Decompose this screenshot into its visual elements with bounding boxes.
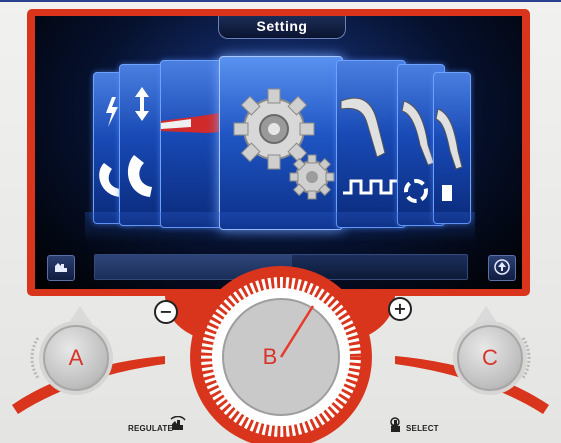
knob-a-label: A xyxy=(68,345,84,370)
knob-c-label: C xyxy=(482,345,498,370)
right-arc xyxy=(521,337,531,379)
minus-sign: − xyxy=(154,300,178,324)
hand-press-icon xyxy=(390,417,400,432)
knob-a[interactable]: A xyxy=(43,325,109,391)
knob-c[interactable]: C xyxy=(457,325,523,391)
knob-b-label: B xyxy=(262,344,278,369)
select-label: SELECT xyxy=(406,424,439,433)
regulate-label: REGULATE xyxy=(128,424,174,433)
left-arc xyxy=(30,337,40,379)
plus-sign: + xyxy=(388,297,412,321)
hand-rotate-icon xyxy=(170,416,186,430)
